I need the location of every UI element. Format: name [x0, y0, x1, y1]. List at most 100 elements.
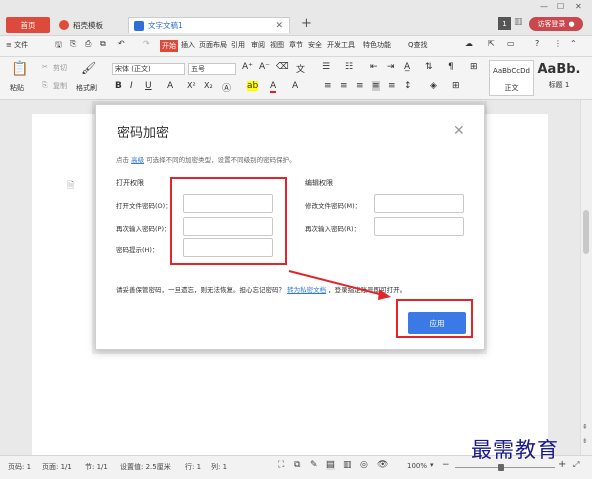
- vertical-scrollbar[interactable]: ⇞ ⇟: [580, 100, 592, 455]
- print-icon[interactable]: ⎙: [85, 39, 91, 49]
- menu-section[interactable]: 章节: [289, 40, 303, 50]
- italic-icon[interactable]: I: [130, 81, 133, 91]
- char-shading-icon[interactable]: A: [292, 81, 298, 91]
- subscript-icon[interactable]: X₂: [204, 81, 213, 90]
- line-spacing-icon[interactable]: ↕: [404, 81, 412, 91]
- style-heading1[interactable]: AaBb. 标题 1: [535, 60, 583, 96]
- more-icon[interactable]: ⋮: [554, 39, 562, 48]
- menu-search[interactable]: Q查找: [408, 40, 428, 50]
- page-down-icon[interactable]: ⇟: [582, 437, 588, 445]
- skin-icon[interactable]: ▥: [514, 17, 523, 27]
- superscript-icon[interactable]: X²: [187, 81, 196, 90]
- eye-protect-icon[interactable]: 👁: [377, 460, 388, 470]
- login-button[interactable]: 访客登录 ●: [529, 17, 583, 31]
- copy-label[interactable]: 复制: [53, 81, 67, 91]
- read-mode-icon[interactable]: ⧉: [294, 460, 300, 470]
- cut-icon[interactable]: ✂: [42, 63, 48, 71]
- tab-template[interactable]: 稻壳模板: [55, 17, 125, 33]
- format-painter-label[interactable]: 格式刷: [76, 83, 97, 93]
- bullets-icon[interactable]: ☰: [322, 62, 330, 72]
- phonetic-icon[interactable]: 文: [296, 62, 305, 75]
- fit-page-icon[interactable]: ⤢: [573, 460, 579, 470]
- font-size-select[interactable]: 五号: [188, 63, 236, 75]
- page-up-icon[interactable]: ⇞: [582, 423, 588, 431]
- justify-icon[interactable]: ≡: [372, 81, 380, 91]
- cut-label[interactable]: 剪切: [53, 63, 67, 73]
- paste-label[interactable]: 粘贴: [10, 83, 24, 93]
- menu-review[interactable]: 审阅: [251, 40, 265, 50]
- highlight-icon[interactable]: ab: [247, 81, 259, 91]
- zoom-dropdown-icon[interactable]: ▾: [430, 461, 434, 469]
- menu-references[interactable]: 引用: [231, 40, 245, 50]
- menu-start[interactable]: 开始: [160, 40, 178, 52]
- menu-developer[interactable]: 开发工具: [327, 40, 355, 50]
- text-effect-icon[interactable]: Ⓐ: [222, 81, 231, 94]
- tab-home[interactable]: 首页: [6, 17, 50, 33]
- zoom-in-icon[interactable]: +: [558, 459, 566, 470]
- web-view-icon[interactable]: ◎: [360, 460, 368, 470]
- align-left-icon[interactable]: ≡: [324, 81, 332, 91]
- menu-file[interactable]: ≡ 文件: [6, 40, 28, 50]
- menu-special[interactable]: 特色功能: [363, 40, 391, 50]
- paste-icon[interactable]: 📋: [11, 61, 28, 77]
- chinese-layout-icon[interactable]: A̲: [404, 62, 410, 72]
- open-icon[interactable]: ⎘: [70, 39, 76, 49]
- numbering-icon[interactable]: ☷: [345, 62, 353, 72]
- edit-mode-icon[interactable]: ✎: [310, 460, 318, 470]
- scroll-thumb[interactable]: [583, 210, 589, 254]
- outdent-icon[interactable]: ⇤: [370, 62, 378, 72]
- grow-font-icon[interactable]: A⁺: [242, 62, 253, 72]
- align-center-icon[interactable]: ≡: [340, 81, 348, 91]
- tab-document[interactable]: 文字文稿1 ✕: [128, 17, 290, 33]
- comment-icon[interactable]: ▭: [507, 39, 515, 48]
- close-icon[interactable]: ✕: [453, 123, 465, 139]
- shrink-font-icon[interactable]: A⁻: [259, 62, 270, 72]
- underline-icon[interactable]: U: [145, 81, 152, 91]
- help-icon[interactable]: ?: [535, 39, 539, 48]
- table-grid-icon[interactable]: ⊞: [470, 62, 478, 72]
- zoom-level[interactable]: 100%: [407, 462, 427, 470]
- distributed-icon[interactable]: ≡: [388, 81, 396, 91]
- window-count-badge[interactable]: 1: [498, 17, 511, 30]
- clear-format-icon[interactable]: ⌫: [276, 62, 289, 72]
- share-icon[interactable]: ⇱: [488, 39, 495, 48]
- zoom-out-icon[interactable]: −: [442, 460, 450, 470]
- close-tab-icon[interactable]: ✕: [275, 21, 283, 31]
- collapse-ribbon-icon[interactable]: ⌃: [570, 39, 577, 48]
- strikethrough-icon[interactable]: A: [167, 81, 173, 91]
- indent-icon[interactable]: ⇥: [387, 62, 395, 72]
- menu-security[interactable]: 安全: [308, 40, 322, 50]
- show-marks-icon[interactable]: ¶: [448, 62, 454, 72]
- align-right-icon[interactable]: ≡: [356, 81, 364, 91]
- redo-icon[interactable]: ↷: [143, 39, 150, 48]
- status-pages[interactable]: 页面: 1/1: [42, 462, 72, 472]
- undo-icon[interactable]: ↶: [118, 39, 125, 48]
- font-color-icon[interactable]: A: [270, 81, 277, 93]
- format-painter-icon[interactable]: 🖌: [81, 61, 96, 75]
- advanced-link[interactable]: 高级: [131, 156, 144, 164]
- preview-icon[interactable]: ⧉: [100, 39, 106, 49]
- bold-icon[interactable]: B: [115, 81, 122, 91]
- close-window-icon[interactable]: ✕: [575, 2, 582, 11]
- fullscreen-icon[interactable]: ⛶: [278, 460, 284, 470]
- menu-view[interactable]: 视图: [270, 40, 284, 50]
- page-view-icon[interactable]: ▤: [326, 460, 335, 470]
- cloud-icon[interactable]: ☁: [465, 39, 473, 48]
- confirm-modify-password-input[interactable]: [374, 217, 464, 236]
- outline-view-icon[interactable]: ▥: [343, 460, 352, 470]
- shading-icon[interactable]: ◈: [430, 81, 437, 91]
- new-tab-button[interactable]: +: [301, 16, 312, 31]
- menu-insert[interactable]: 插入: [181, 40, 195, 50]
- maximize-icon[interactable]: ☐: [557, 2, 564, 11]
- zoom-slider[interactable]: [455, 467, 555, 468]
- style-normal[interactable]: AaBbCcDd 正文: [489, 60, 534, 96]
- zoom-slider-thumb[interactable]: [498, 464, 504, 471]
- sort-icon[interactable]: ⇅: [425, 62, 433, 72]
- menu-page-layout[interactable]: 页面布局: [199, 40, 227, 50]
- minimize-icon[interactable]: —: [540, 2, 548, 11]
- modify-password-input[interactable]: [374, 194, 464, 213]
- save-icon[interactable]: 🖫: [55, 39, 62, 53]
- font-name-select[interactable]: 宋体 (正文): [112, 63, 185, 75]
- copy-icon[interactable]: ⎘: [42, 81, 48, 90]
- border-icon[interactable]: ⊞: [452, 81, 460, 91]
